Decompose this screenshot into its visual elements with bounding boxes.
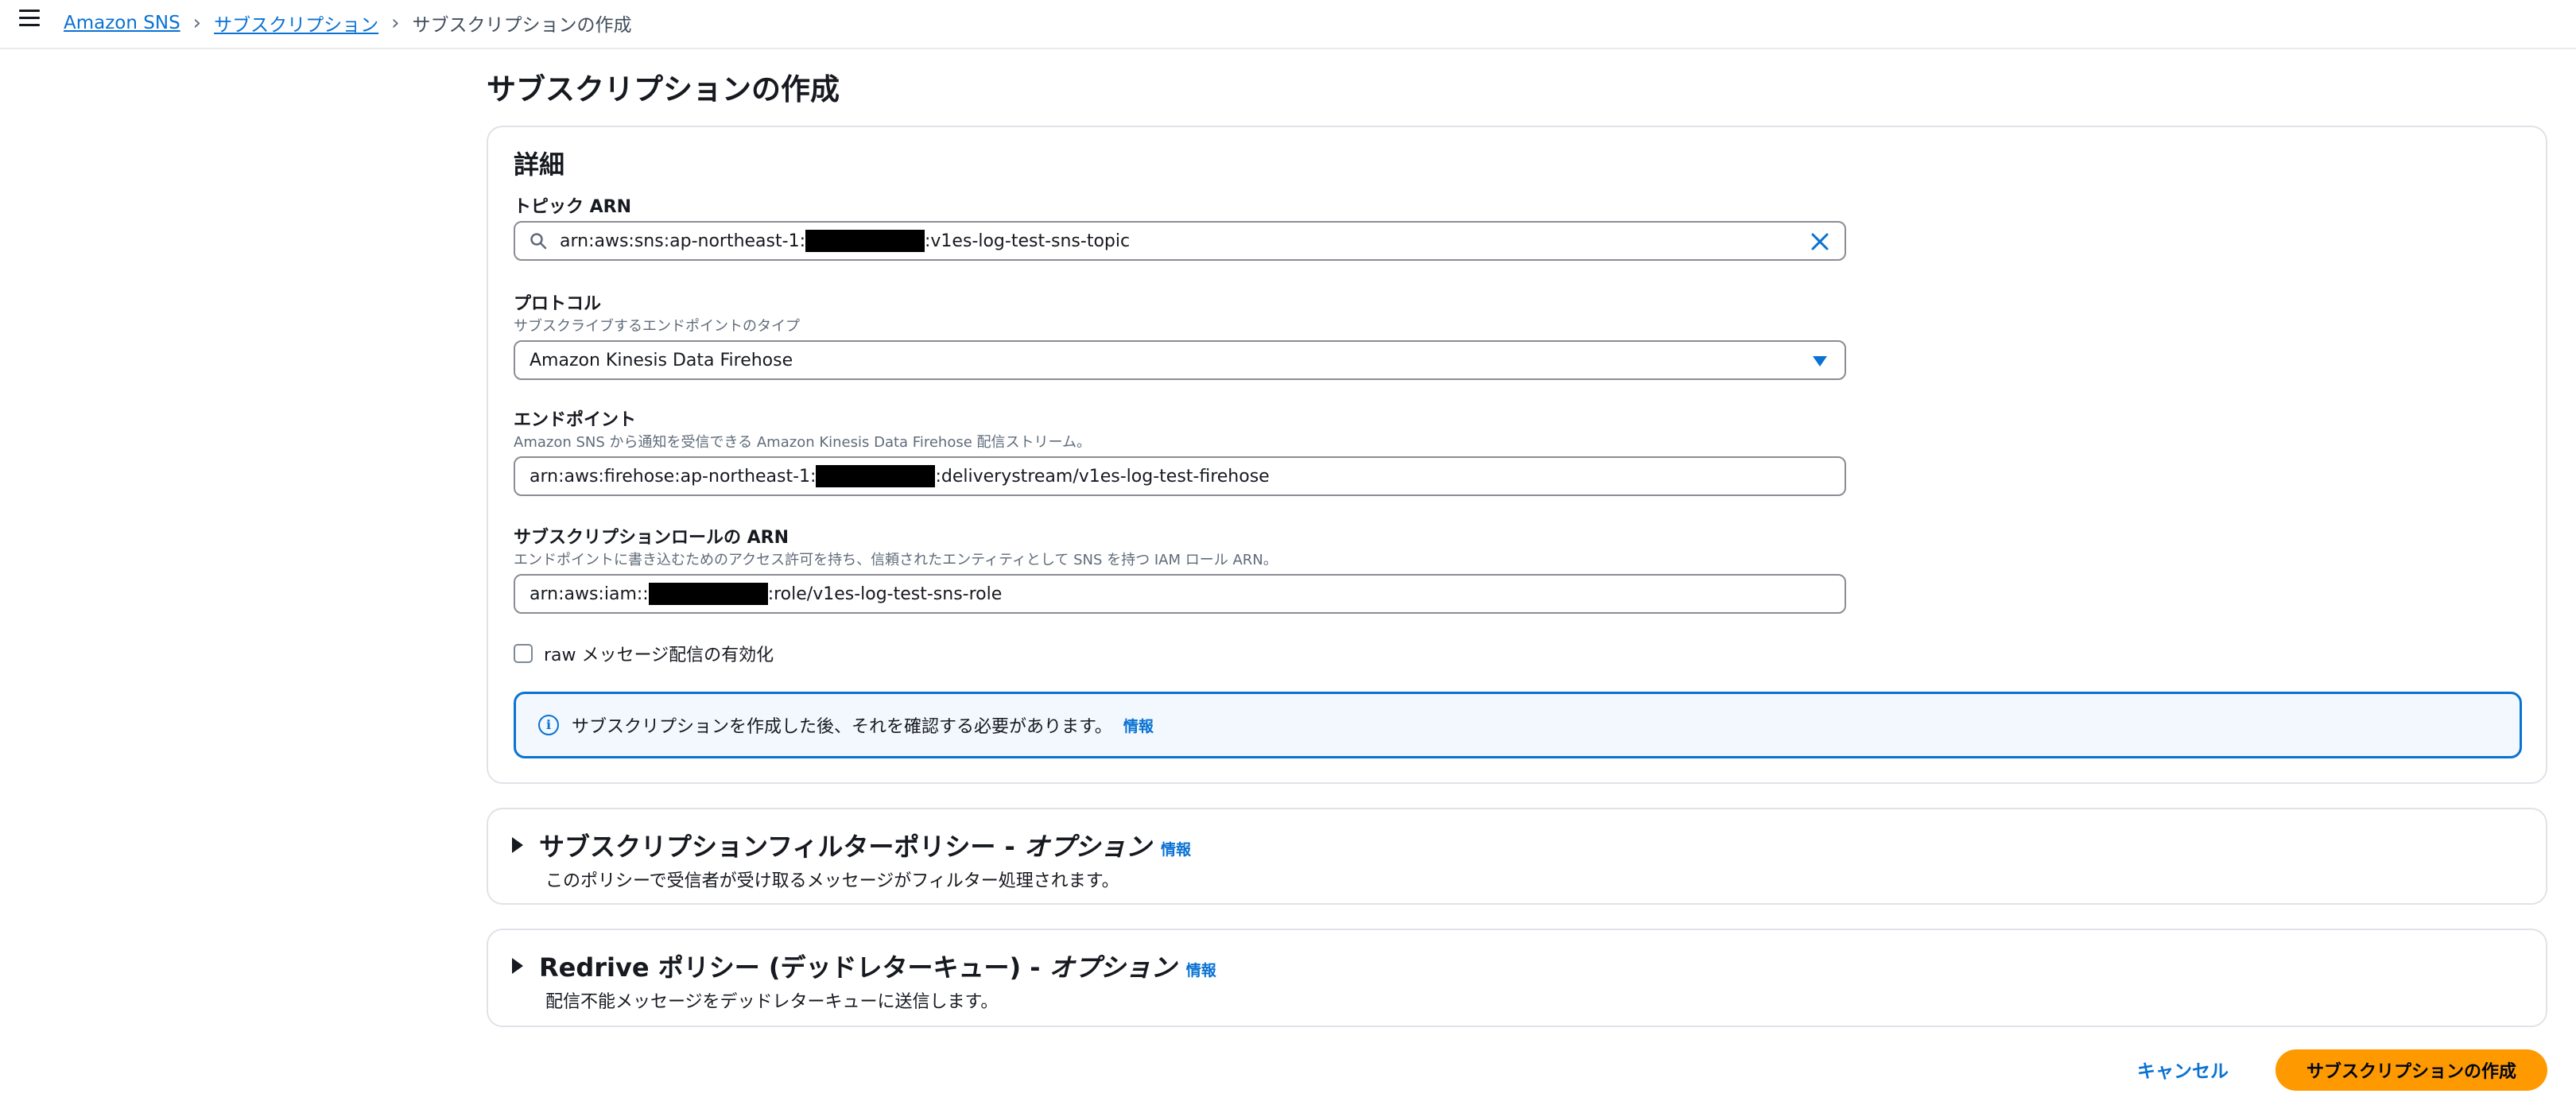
clear-icon[interactable]: [1810, 231, 1830, 252]
raw-delivery-checkbox[interactable]: [514, 644, 533, 663]
raw-delivery-label: raw メッセージ配信の有効化: [544, 646, 774, 665]
alert-text: サブスクリプションを作成した後、それを確認する必要があります。: [572, 717, 1112, 737]
expand-triangle-icon: [512, 958, 523, 974]
alert-info-link[interactable]: 情報: [1123, 715, 1154, 736]
search-icon: [530, 233, 547, 250]
details-title: 詳細: [514, 149, 565, 180]
redrive-policy-panel: Redrive ポリシー (デッドレターキュー) - オプション 情報 配信不能…: [487, 929, 2547, 1027]
protocol-selected-value: Amazon Kinesis Data Firehose: [530, 350, 793, 370]
expand-triangle-icon: [512, 837, 523, 853]
top-bar: Amazon SNS › サブスクリプション › サブスクリプションの作成: [0, 0, 2576, 49]
redacted-account-id: [648, 583, 768, 605]
filter-policy-panel: サブスクリプションフィルターポリシー - オプション 情報 このポリシーで受信者…: [487, 808, 2547, 905]
redacted-account-id: [805, 230, 925, 252]
details-panel: 詳細 トピック ARN arn:aws:sns:ap-northeast-1: …: [487, 126, 2547, 784]
breadcrumb: Amazon SNS › サブスクリプション › サブスクリプションの作成: [64, 10, 631, 37]
protocol-label: プロトコル: [514, 294, 602, 314]
endpoint-input[interactable]: arn:aws:firehose:ap-northeast-1: :delive…: [514, 456, 1846, 496]
menu-icon[interactable]: [19, 10, 40, 30]
page-title: サブスクリプションの作成: [487, 72, 840, 107]
chevron-right-icon: ›: [192, 11, 202, 35]
endpoint-suffix: :deliverystream/v1es-log-test-firehose: [935, 466, 1270, 487]
protocol-select[interactable]: Amazon Kinesis Data Firehose: [514, 340, 1846, 380]
filter-policy-info-link[interactable]: 情報: [1161, 838, 1191, 859]
info-icon: i: [538, 715, 559, 735]
caret-down-icon: [1813, 356, 1827, 366]
breadcrumb-link-subscriptions[interactable]: サブスクリプション: [214, 10, 378, 37]
topic-arn-input[interactable]: arn:aws:sns:ap-northeast-1: :v1es-log-te…: [514, 221, 1846, 261]
cancel-button[interactable]: キャンセル: [2121, 1048, 2244, 1091]
role-arn-label: サブスクリプションロールの ARN: [514, 528, 789, 548]
role-arn-description: エンドポイントに書き込むためのアクセス許可を持ち、信頼されたエンティティとして …: [514, 552, 1278, 568]
redacted-account-id: [816, 465, 936, 487]
filter-policy-toggle[interactable]: サブスクリプションフィルターポリシー - オプション 情報: [512, 827, 1191, 863]
redrive-policy-description: 配信不能メッセージをデッドレターキューに送信します。: [545, 992, 999, 1012]
redrive-policy-title: Redrive ポリシー (デッドレターキュー) - オプション: [539, 952, 1177, 983]
create-subscription-button[interactable]: サブスクリプションの作成: [2275, 1049, 2547, 1091]
chevron-right-icon: ›: [391, 11, 400, 35]
protocol-description: サブスクライブするエンドポイントのタイプ: [514, 318, 800, 335]
endpoint-description: Amazon SNS から通知を受信できる Amazon Kinesis Dat…: [514, 434, 1091, 451]
breadcrumb-current: サブスクリプションの作成: [412, 15, 632, 36]
confirmation-info-alert: i サブスクリプションを作成した後、それを確認する必要があります。 情報: [514, 692, 2522, 758]
redrive-policy-toggle[interactable]: Redrive ポリシー (デッドレターキュー) - オプション 情報: [512, 948, 1216, 984]
endpoint-label: エンドポイント: [514, 410, 637, 430]
topic-arn-suffix: :v1es-log-test-sns-topic: [924, 231, 1131, 251]
breadcrumb-link-sns[interactable]: Amazon SNS: [64, 13, 180, 33]
topic-arn-label: トピック ARN: [514, 197, 632, 217]
filter-policy-title: サブスクリプションフィルターポリシー - オプション: [539, 832, 1151, 862]
endpoint-prefix: arn:aws:firehose:ap-northeast-1:: [530, 466, 817, 487]
raw-delivery-option[interactable]: raw メッセージ配信の有効化: [514, 641, 774, 666]
role-arn-input[interactable]: arn:aws:iam:: :role/v1es-log-test-sns-ro…: [514, 574, 1846, 614]
topic-arn-prefix: arn:aws:sns:ap-northeast-1:: [560, 231, 805, 251]
role-arn-prefix: arn:aws:iam::: [530, 584, 649, 604]
filter-policy-description: このポリシーで受信者が受け取るメッセージがフィルター処理されます。: [545, 871, 1119, 891]
redrive-policy-info-link[interactable]: 情報: [1186, 959, 1216, 980]
role-arn-suffix: :role/v1es-log-test-sns-role: [767, 584, 1003, 604]
